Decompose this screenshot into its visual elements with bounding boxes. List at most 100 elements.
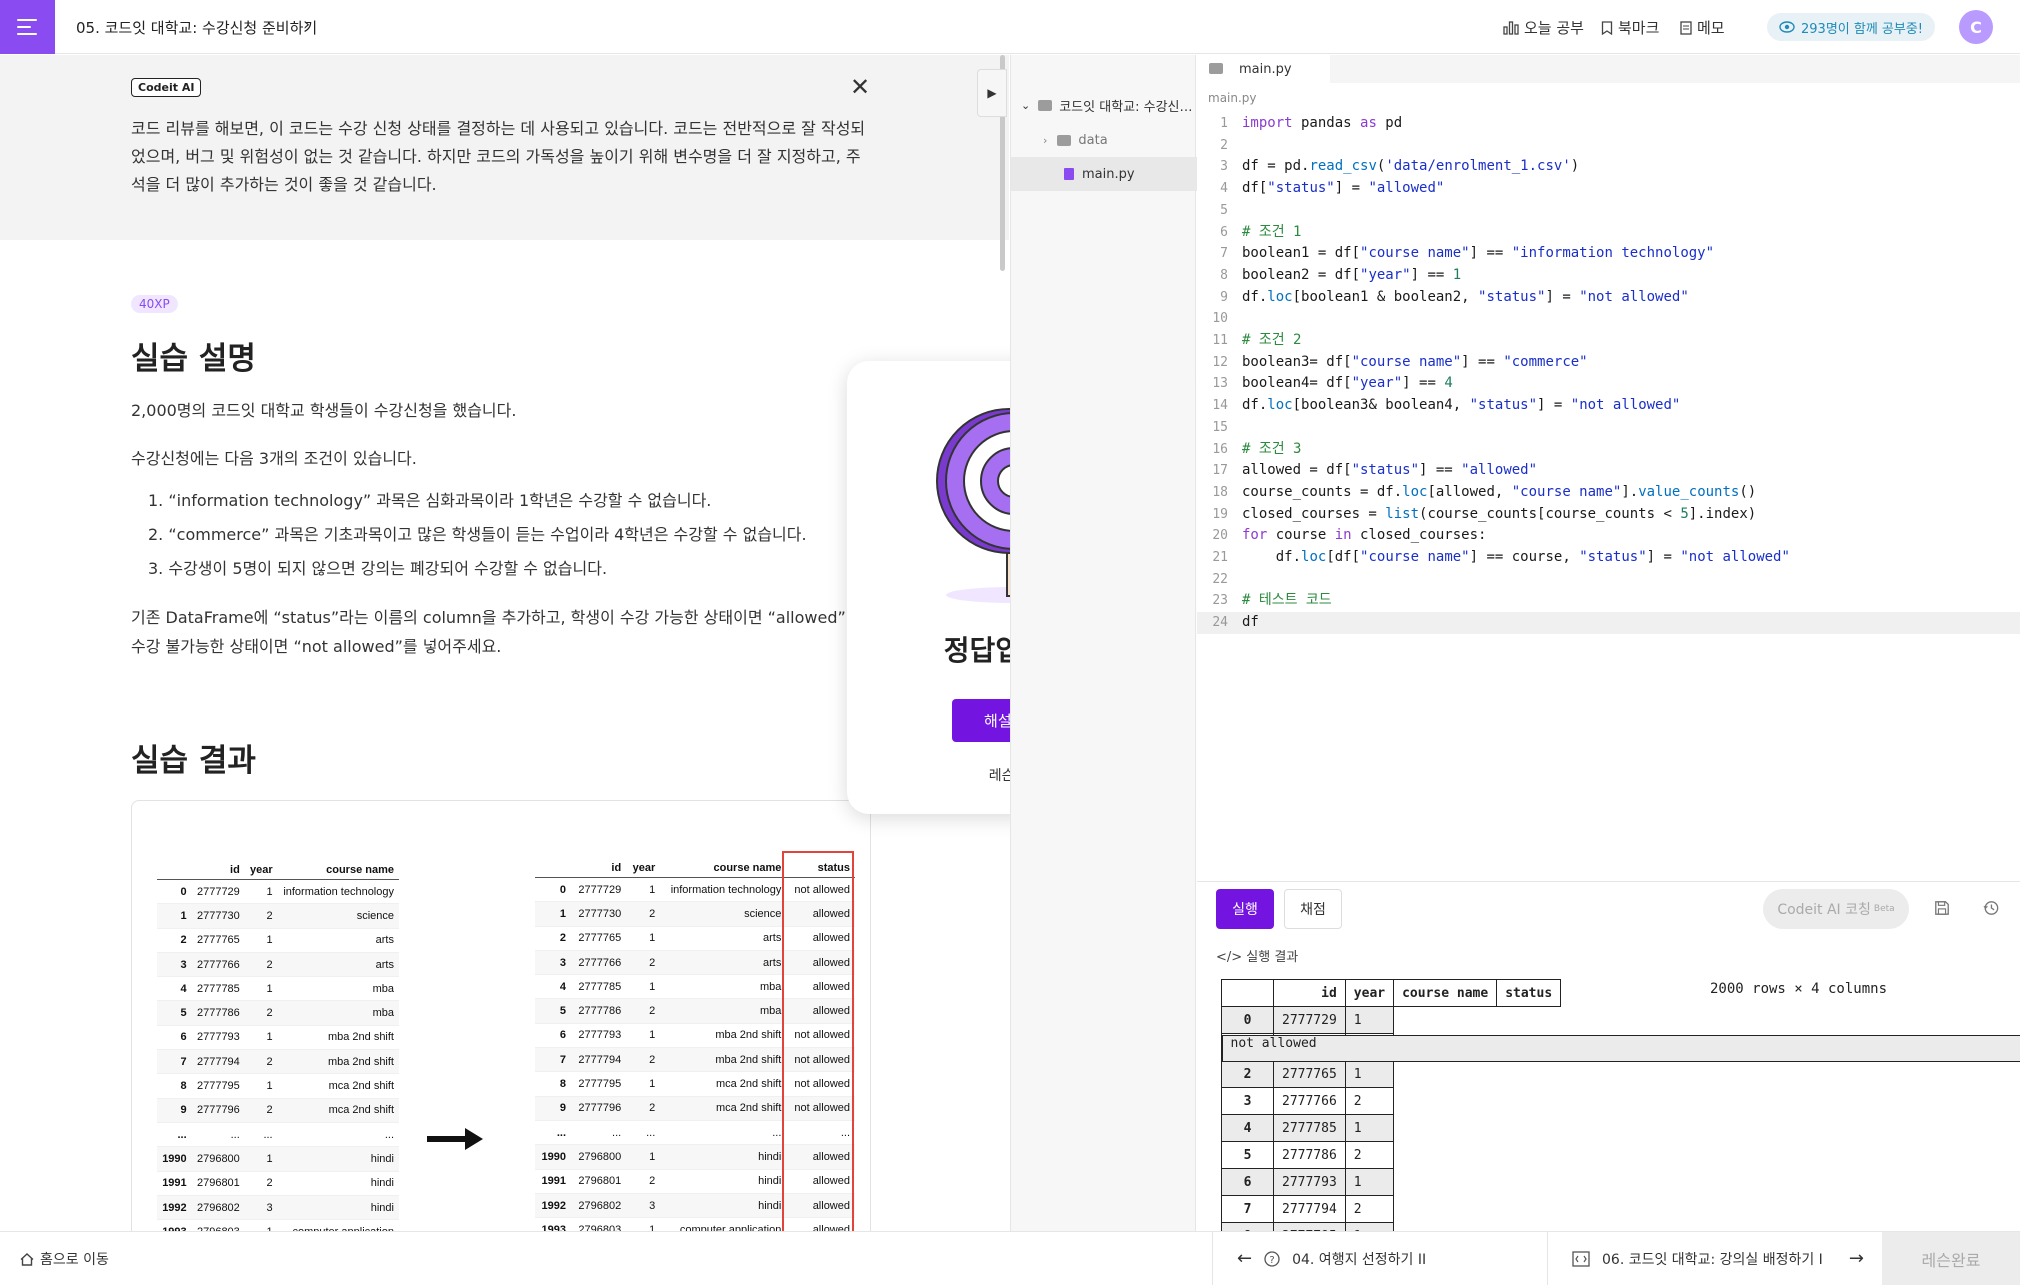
- output-header: year: [1345, 980, 1393, 1007]
- tab-main-py[interactable]: main.py: [1197, 55, 1330, 83]
- output-cell: 1: [1345, 1007, 1393, 1034]
- table-cell: mba: [278, 977, 399, 1001]
- table-cell: ...: [192, 1122, 245, 1146]
- chevron-down-icon: ⌄: [1021, 99, 1030, 112]
- output-cell: 5: [1222, 1142, 1274, 1169]
- code-line[interactable]: 6# 조건 1: [1197, 222, 2020, 244]
- output-area[interactable]: </> 실행 결과 idyearcourse namestatus 027777…: [1197, 941, 2020, 1231]
- output-row: 527777862mbaallowed: [1222, 1142, 1561, 1169]
- table-cell: 1: [245, 1147, 278, 1171]
- history-icon[interactable]: [1983, 900, 1999, 916]
- output-cell: 2: [1222, 1061, 1274, 1088]
- tree-folder-data[interactable]: ›data: [1011, 123, 1197, 157]
- code-line[interactable]: 17allowed = df["status"] == "allowed": [1197, 460, 2020, 482]
- line-number: 18: [1197, 482, 1228, 504]
- bookmark-link[interactable]: 북마크: [1601, 17, 1659, 38]
- code-line[interactable]: 18 course_counts = df.loc[allowed, "cours…: [1197, 482, 2020, 504]
- home-link[interactable]: 홈으로 이동: [20, 1249, 109, 1269]
- table-row: ............: [157, 1122, 399, 1146]
- code-line[interactable]: 4df["status"] = "allowed": [1197, 178, 2020, 200]
- previous-lesson-link[interactable]: ← ? 04. 여행지 선정하기 II: [1212, 1232, 1546, 1285]
- code-line[interactable]: 22: [1197, 569, 2020, 591]
- code-line[interactable]: 9df.loc[boolean1 & boolean2, "status"] =…: [1197, 287, 2020, 309]
- chevron-right-icon[interactable]: ›: [303, 14, 310, 35]
- folder-icon: [1038, 100, 1052, 111]
- table-row: 427777851mba: [157, 977, 399, 1001]
- code-line[interactable]: 7boolean1 = df["course name"] == "inform…: [1197, 243, 2020, 265]
- table-cell: hindi: [278, 1195, 399, 1219]
- table-row: 527777862mba: [157, 1001, 399, 1025]
- codeit-ai-badge: Codeit AI: [131, 78, 201, 97]
- collapse-panel-button[interactable]: ▶: [977, 69, 1007, 117]
- lesson-breadcrumb[interactable]: 05. 코드잇 대학교: 수강신청 준비하기: [76, 17, 317, 38]
- code-line[interactable]: 23# 테스트 코드: [1197, 590, 2020, 612]
- table-cell: 1: [626, 926, 660, 950]
- code-line[interactable]: 14df.loc[boolean3& boolean4, "status"] =…: [1197, 395, 2020, 417]
- table-cell: 1991: [535, 1169, 571, 1193]
- table-cell: mba: [660, 999, 786, 1023]
- ai-review-text: 코드 리뷰를 해보면, 이 코드는 수강 신청 상태를 결정하는 데 사용되고 …: [131, 115, 871, 199]
- table-cell: 2: [245, 904, 278, 928]
- code-text: allowed = df["status"] == "allowed": [1242, 460, 1537, 482]
- table-cell: 2796801: [571, 1169, 626, 1193]
- lesson-complete-button[interactable]: 레슨완료: [1882, 1232, 2020, 1285]
- home-icon: [20, 1253, 34, 1266]
- table-cell: 1: [157, 904, 192, 928]
- output-cell: 2: [1345, 1088, 1393, 1115]
- table-cell: ...: [278, 1122, 399, 1146]
- code-line[interactable]: 2: [1197, 135, 2020, 157]
- result-image: idyearcourse name 027777291information t…: [131, 800, 871, 1231]
- arrow-right-icon: →: [1849, 1248, 1864, 1269]
- menu-button[interactable]: [0, 0, 55, 54]
- table-row: 927777962mca 2nd shift: [157, 1098, 399, 1122]
- code-line[interactable]: 12boolean3= df["course name"] == "commer…: [1197, 352, 2020, 374]
- tree-file-main-py[interactable]: main.py: [1011, 157, 1197, 191]
- code-line[interactable]: 3df = pd.read_csv('data/enrolment_1.csv'…: [1197, 156, 2020, 178]
- line-number: 23: [1197, 590, 1228, 612]
- table-cell: 3: [245, 1195, 278, 1219]
- studying-together-badge[interactable]: 293명이 함께 공부중!: [1767, 13, 1935, 41]
- line-number: 20: [1197, 525, 1228, 547]
- code-line[interactable]: 13boolean4= df["year"] == 4: [1197, 373, 2020, 395]
- code-line[interactable]: 16# 조건 3: [1197, 439, 2020, 461]
- ai-coaching-button[interactable]: Codeit AI 코칭Beta: [1763, 889, 1909, 929]
- code-line[interactable]: 10: [1197, 308, 2020, 330]
- code-editor[interactable]: main.py main.py 1import pandas as pd23df…: [1197, 55, 2020, 881]
- memo-link[interactable]: 메모: [1680, 17, 1725, 38]
- code-line[interactable]: 11# 조건 2: [1197, 330, 2020, 352]
- run-button[interactable]: 실행: [1216, 889, 1274, 929]
- code-line[interactable]: 20 for course in closed_courses:: [1197, 525, 2020, 547]
- code-text: df.loc[df["course name"] == course, "sta…: [1242, 547, 1790, 569]
- table-cell: 1: [626, 1145, 660, 1169]
- code-line[interactable]: 1import pandas as pd: [1197, 113, 2020, 135]
- table-cell: 2: [245, 952, 278, 976]
- code-line[interactable]: 21 df.loc[df["course name"] == course, "…: [1197, 547, 2020, 569]
- next-lesson-link[interactable]: 06. 코드잇 대학교: 강의실 배정하기 I →: [1547, 1232, 1881, 1285]
- close-icon[interactable]: ✕: [850, 73, 870, 101]
- code-text: boolean4= df["year"] == 4: [1242, 373, 1453, 395]
- code-line[interactable]: 5: [1197, 200, 2020, 222]
- table-cell: 1: [626, 1218, 660, 1231]
- code-line[interactable]: 8boolean2 = df["year"] == 1: [1197, 265, 2020, 287]
- code-line[interactable]: 15: [1197, 417, 2020, 439]
- today-study-link[interactable]: 오늘 공부: [1503, 17, 1584, 38]
- table-cell: mca 2nd shift: [278, 1074, 399, 1098]
- home-label: 홈으로 이동: [40, 1249, 109, 1269]
- grade-button[interactable]: 채점: [1284, 889, 1342, 929]
- table-cell: 5: [157, 1001, 192, 1025]
- code-text: course_counts = df.loc[allowed, "course …: [1242, 482, 1756, 504]
- save-icon[interactable]: [1934, 900, 1950, 916]
- output-cell: 2777786: [1274, 1142, 1346, 1169]
- condition-1: 1. “information technology” 과목은 심화과목이라 1…: [148, 487, 711, 511]
- code-line[interactable]: 24df: [1197, 612, 2020, 634]
- question-icon: ?: [1264, 1251, 1280, 1267]
- table-header: [157, 861, 192, 880]
- table-cell: hindi: [660, 1145, 786, 1169]
- table-header: year: [245, 861, 278, 880]
- line-number: 9: [1197, 287, 1228, 309]
- code-line[interactable]: 19closed_courses = list(course_counts[co…: [1197, 504, 2020, 526]
- table-cell: 2777786: [571, 999, 626, 1023]
- code-text: for course in closed_courses:: [1242, 525, 1486, 547]
- tree-root[interactable]: ⌄코드잇 대학교: 수강신…: [1011, 88, 1197, 122]
- user-avatar[interactable]: C: [1959, 10, 1993, 44]
